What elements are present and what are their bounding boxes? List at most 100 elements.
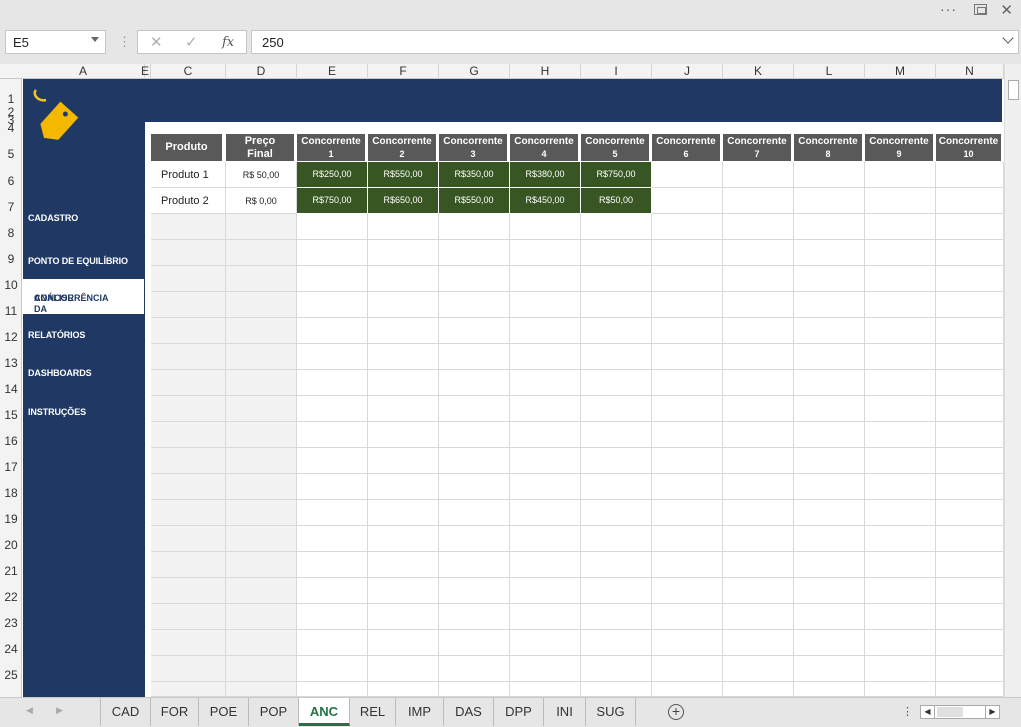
spreadsheet-grid[interactable]: AECDEFGHIJKLMN 1 2 3 4 5 6 7 8 9 10 11 12 13 14 15 16 17…	[0, 64, 1004, 697]
grid-cell[interactable]	[936, 656, 1004, 682]
grid-cell[interactable]	[723, 344, 794, 370]
grid-cell[interactable]	[936, 344, 1004, 370]
grid-cell[interactable]	[297, 604, 368, 630]
row-header[interactable]: 22	[0, 578, 22, 604]
grid-cell[interactable]	[723, 162, 794, 188]
row-header[interactable]: 8	[0, 214, 22, 240]
row-header[interactable]: 9	[0, 240, 22, 266]
column-header[interactable]: E	[297, 64, 368, 79]
grid-cell[interactable]	[794, 422, 865, 448]
grid-cell[interactable]	[510, 578, 581, 604]
row-header[interactable]: 15	[0, 396, 22, 422]
cell-concorrente-price[interactable]: R$250,00	[297, 162, 368, 188]
grid-cell[interactable]	[794, 448, 865, 474]
grid-cell[interactable]	[151, 292, 226, 318]
grid-cell[interactable]	[652, 578, 723, 604]
grid-cell[interactable]	[723, 552, 794, 578]
grid-cell[interactable]	[794, 656, 865, 682]
grid-cell[interactable]	[510, 214, 581, 240]
grid-cell[interactable]	[226, 292, 297, 318]
scrollbar-thumb[interactable]	[1008, 80, 1019, 100]
grid-cell[interactable]	[723, 240, 794, 266]
grid-cell[interactable]	[581, 344, 652, 370]
grid-cell[interactable]	[865, 318, 936, 344]
grid-cell[interactable]	[368, 422, 439, 448]
grid-cell[interactable]	[510, 292, 581, 318]
row-header[interactable]: 21	[0, 552, 22, 578]
row-header[interactable]: 19	[0, 500, 22, 526]
tab-dpp[interactable]: DPP	[494, 698, 544, 726]
grid-cell[interactable]	[723, 266, 794, 292]
grid-cell[interactable]	[723, 604, 794, 630]
grid-cell[interactable]	[581, 552, 652, 578]
column-header[interactable]: F	[368, 64, 439, 79]
grid-cell[interactable]	[865, 422, 936, 448]
grid-cell[interactable]	[581, 448, 652, 474]
grid-cell[interactable]	[652, 318, 723, 344]
scroll-right-icon[interactable]: ▶	[985, 706, 999, 718]
grid-cell[interactable]	[581, 266, 652, 292]
grid-cell[interactable]	[151, 266, 226, 292]
grid-cell[interactable]	[652, 344, 723, 370]
grid-cell[interactable]	[865, 188, 936, 214]
grid-cell[interactable]	[368, 344, 439, 370]
grid-cell[interactable]	[151, 448, 226, 474]
grid-cell[interactable]	[439, 214, 510, 240]
grid-cell[interactable]	[439, 552, 510, 578]
grid-cell[interactable]	[439, 578, 510, 604]
grid-cell[interactable]	[510, 552, 581, 578]
grid-cell[interactable]	[652, 552, 723, 578]
grid-cell[interactable]	[865, 500, 936, 526]
grid-cell[interactable]	[936, 526, 1004, 552]
grid-cell[interactable]	[581, 240, 652, 266]
grid-cell[interactable]	[368, 370, 439, 396]
grid-cell[interactable]	[510, 526, 581, 552]
tab-ini[interactable]: INI	[544, 698, 586, 726]
grid-cell[interactable]	[368, 448, 439, 474]
grid-cell[interactable]	[652, 240, 723, 266]
grid-cell[interactable]	[510, 474, 581, 500]
grid-cell[interactable]	[510, 682, 581, 697]
grid-cell[interactable]	[652, 188, 723, 214]
grid-cell[interactable]	[936, 240, 1004, 266]
grid-cell[interactable]	[652, 292, 723, 318]
grid-cell[interactable]	[723, 474, 794, 500]
grid-cell[interactable]	[723, 448, 794, 474]
grid-cell[interactable]	[794, 552, 865, 578]
grid-cell[interactable]	[510, 422, 581, 448]
grid-cell[interactable]	[439, 630, 510, 656]
grid-cell[interactable]	[936, 214, 1004, 240]
grid-cell[interactable]	[510, 370, 581, 396]
grid-cell[interactable]	[226, 344, 297, 370]
grid-cell[interactable]	[936, 448, 1004, 474]
grid-cell[interactable]	[723, 500, 794, 526]
grid-cell[interactable]	[936, 474, 1004, 500]
tab-das[interactable]: DAS	[444, 698, 494, 726]
grid-cell[interactable]	[297, 682, 368, 697]
row-header[interactable]: 18	[0, 474, 22, 500]
grid-cell[interactable]	[297, 552, 368, 578]
grid-cell[interactable]	[226, 266, 297, 292]
grid-cell[interactable]	[652, 396, 723, 422]
grid-cell[interactable]	[794, 682, 865, 697]
scroll-left-icon[interactable]: ◀	[921, 706, 935, 718]
grid-cell[interactable]	[723, 318, 794, 344]
grid-cell[interactable]	[865, 682, 936, 697]
expand-formula-icon[interactable]	[1002, 32, 1014, 44]
cell-produto[interactable]: Produto 1	[151, 162, 226, 188]
grid-cell[interactable]	[439, 266, 510, 292]
grid-cell[interactable]	[439, 682, 510, 697]
grid-cell[interactable]	[368, 318, 439, 344]
grid-cell[interactable]	[297, 448, 368, 474]
grid-cell[interactable]	[368, 682, 439, 697]
sidebar-item-cadastro[interactable]: CADASTRO	[28, 213, 78, 223]
grid-cell[interactable]	[226, 630, 297, 656]
cancel-icon[interactable]: ✕	[150, 33, 163, 51]
row-header[interactable]: 25	[0, 656, 22, 682]
next-sheet-icon[interactable]: ▶	[56, 705, 63, 716]
grid-cell[interactable]	[226, 318, 297, 344]
grid-cell[interactable]	[368, 266, 439, 292]
grid-cell[interactable]	[723, 396, 794, 422]
grid-cell[interactable]	[297, 240, 368, 266]
more-options-icon[interactable]: ···	[940, 1, 957, 17]
